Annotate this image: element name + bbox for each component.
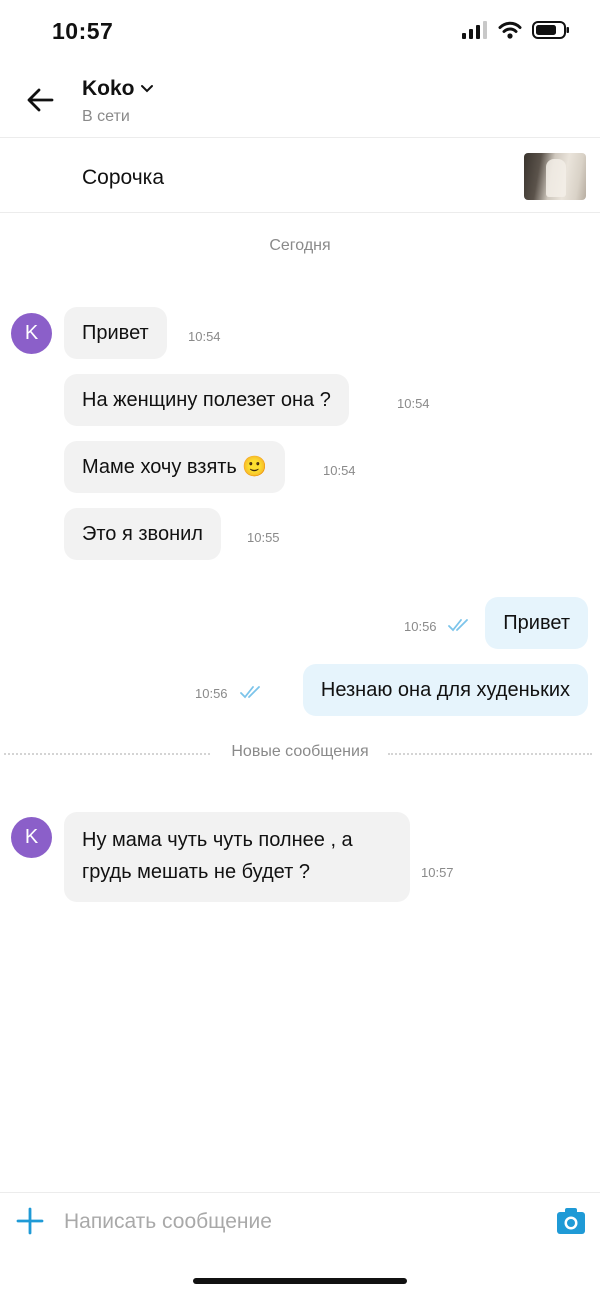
plus-icon[interactable] — [16, 1207, 44, 1235]
message-text: Привет — [503, 612, 570, 634]
message-time: 10:57 — [421, 865, 454, 880]
message-bubble-incoming[interactable]: Маме хочу взять 🙂 — [64, 441, 286, 493]
message-time: 10:54 — [397, 396, 430, 411]
contact-name-button[interactable]: Koko — [82, 77, 154, 101]
wifi-icon — [498, 21, 522, 39]
back-arrow-icon[interactable] — [24, 84, 56, 116]
message-bubble-incoming[interactable]: Это я звонил — [64, 508, 221, 560]
home-indicator — [193, 1278, 407, 1284]
message-input[interactable] — [64, 1203, 524, 1241]
camera-icon[interactable] — [556, 1207, 586, 1235]
contact-avatar[interactable]: K — [11, 817, 52, 858]
chevron-down-icon — [140, 85, 153, 93]
contact-avatar[interactable]: K — [11, 313, 52, 354]
status-bar: 10:57 — [0, 0, 600, 62]
message-composer — [0, 1192, 600, 1254]
chat-header: Koko В сети — [0, 62, 600, 138]
contact-status: В сети — [82, 108, 130, 125]
message-bubble-outgoing[interactable]: Привет — [485, 597, 588, 649]
message-time: 10:55 — [247, 530, 280, 545]
divider-line — [388, 753, 592, 755]
message-text: Ну мама чуть чуть полнее , а — [82, 829, 353, 851]
message-text: Это я звонил — [82, 523, 203, 545]
message-text: Незнаю она для худеньких — [320, 679, 570, 701]
day-divider: Сегодня — [269, 237, 331, 254]
avatar-letter: K — [24, 826, 39, 848]
listing-thumbnail[interactable] — [524, 153, 586, 200]
new-messages-divider: Новые сообщения — [0, 743, 600, 763]
listing-title: Сорочка — [82, 166, 165, 189]
message-text: На женщину полезет она ? — [82, 389, 331, 411]
listing-bar[interactable]: Сорочка — [0, 139, 600, 213]
status-time: 10:57 — [52, 18, 114, 44]
message-time: 10:54 — [323, 463, 356, 478]
read-ticks-icon — [448, 619, 468, 632]
message-text-line-2: грудь мешать не будет ? — [82, 861, 310, 883]
message-time: 10:54 — [188, 329, 221, 344]
message-time: 10:56 — [404, 619, 437, 634]
message-bubble-incoming[interactable]: Ну мама чуть чуть полнее , а грудь мешат… — [64, 812, 410, 902]
cellular-signal-icon — [462, 21, 487, 39]
new-messages-label: Новые сообщения — [231, 743, 369, 760]
message-bubble-incoming[interactable]: Привет — [64, 307, 167, 359]
avatar-letter: K — [24, 322, 39, 344]
battery-icon — [532, 21, 569, 39]
message-bubble-outgoing[interactable]: Незнаю она для худеньких — [302, 664, 588, 716]
read-ticks-icon — [240, 686, 260, 699]
message-text: Привет — [82, 322, 149, 344]
message-text: Маме хочу взять 🙂 — [82, 456, 268, 478]
contact-name: Koko — [82, 77, 135, 100]
status-icons — [462, 20, 570, 40]
message-time: 10:56 — [195, 686, 228, 701]
message-bubble-incoming[interactable]: На женщину полезет она ? — [64, 374, 349, 426]
